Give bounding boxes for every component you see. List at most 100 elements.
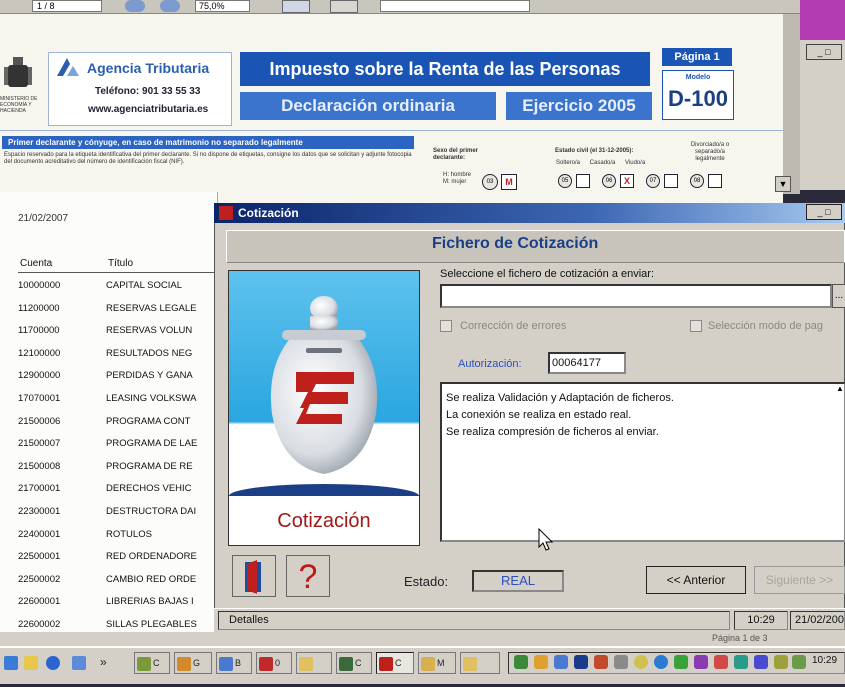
taskbar-more-chevron[interactable]: » xyxy=(100,652,114,674)
table-row[interactable]: 22500001 RED ORDENADORE xyxy=(18,551,218,574)
taskbar-button[interactable] xyxy=(296,652,332,674)
table-row[interactable]: 22400001 ROTULOS xyxy=(18,529,218,552)
fit-width-button[interactable] xyxy=(282,0,310,13)
table-row[interactable]: 21500008 PROGRAMA DE RE xyxy=(18,461,218,484)
search-field[interactable] xyxy=(380,0,530,12)
table-row[interactable]: 21500006 PROGRAMA CONT xyxy=(18,416,218,439)
tray-alert-icon[interactable] xyxy=(714,655,728,669)
tray-messenger-icon[interactable] xyxy=(634,655,648,669)
file-path-input[interactable] xyxy=(440,284,832,308)
tray-antivirus-icon[interactable] xyxy=(594,655,608,669)
dialog-window-controls[interactable]: _ □ xyxy=(806,204,842,220)
taskbar-button[interactable]: 0 xyxy=(256,652,292,674)
cell-titulo: LEASING VOLKSWA xyxy=(106,392,197,404)
next-button[interactable]: Siguiente >> xyxy=(754,566,845,594)
zoom-field[interactable]: 75,0% xyxy=(195,0,250,12)
civil-divorced-box[interactable] xyxy=(708,174,722,188)
table-row[interactable]: 10000000 CAPITAL SOCIAL xyxy=(18,280,218,303)
error-correction-checkbox[interactable] xyxy=(440,320,452,332)
dialog-title-bar[interactable] xyxy=(214,203,845,223)
tray-update-icon[interactable] xyxy=(654,655,668,669)
civil-code-married: 06 xyxy=(602,174,616,188)
cell-titulo: SILLAS PLEGABLES xyxy=(106,618,197,630)
form-scrollbar[interactable] xyxy=(783,14,800,194)
cell-cuenta: 22600001 xyxy=(18,596,61,608)
window-controls[interactable]: _ □ xyxy=(806,44,842,60)
zoom-in-button[interactable] xyxy=(160,0,180,12)
tray-monitor-icon[interactable] xyxy=(574,655,588,669)
civil-code-widowed: 07 xyxy=(646,174,660,188)
cell-cuenta: 17070001 xyxy=(18,392,61,404)
page-number-field[interactable]: 1 / 8 xyxy=(32,0,102,12)
scroll-up-arrow-icon[interactable]: ▲ xyxy=(836,384,845,398)
cell-titulo: RESERVAS VOLUN xyxy=(106,325,193,337)
header-divider xyxy=(18,272,216,273)
civil-code-single: 05 xyxy=(558,174,572,188)
form-divider xyxy=(0,130,783,131)
browse-button[interactable]: ... xyxy=(832,284,845,308)
account-table: 10000000 CAPITAL SOCIAL 11200000 RESERVAS L… xyxy=(18,280,218,687)
taskbar-button[interactable] xyxy=(460,652,500,674)
civil-married-box[interactable]: X xyxy=(620,174,634,188)
previous-button[interactable]: << Anterior xyxy=(646,566,746,594)
authorization-label: Autorización: xyxy=(458,358,522,370)
agency-logo-icon xyxy=(57,58,79,76)
log-textarea[interactable]: Se realiza Validación y Adaptación de fi… xyxy=(440,382,845,542)
taskbar-button[interactable]: C xyxy=(134,652,170,674)
cell-titulo: LIBRERIAS BAJAS I xyxy=(106,596,194,608)
taskbar-button[interactable]: B xyxy=(216,652,252,674)
scroll-down-arrow-icon[interactable]: ▼ xyxy=(775,176,791,192)
cell-cuenta: 11200000 xyxy=(18,302,60,314)
quick-launch-desktop-icon[interactable] xyxy=(2,652,22,674)
exit-button[interactable] xyxy=(232,555,276,597)
table-row[interactable]: 12100000 RESULTADOS NEG xyxy=(18,348,218,371)
taskbar-button-active[interactable]: C xyxy=(376,652,414,674)
authorization-input[interactable]: 00064177 xyxy=(548,352,626,374)
table-row[interactable]: 22600001 LIBRERIAS BAJAS I xyxy=(18,596,218,619)
sex-value-field[interactable]: M xyxy=(501,174,517,190)
tray-security-icon[interactable] xyxy=(694,655,708,669)
quick-launch-app-icon[interactable] xyxy=(70,652,92,674)
sex-code: 03 xyxy=(482,174,498,190)
list-date: 21/02/2007 xyxy=(18,213,69,224)
status-time: 10:29 xyxy=(734,611,788,630)
tray-battery-icon[interactable] xyxy=(774,655,788,669)
table-row[interactable]: 21500007 PROGRAMA DE LAE xyxy=(18,438,218,461)
tray-printer-icon[interactable] xyxy=(614,655,628,669)
tax-form-title: Impuesto sobre la Renta de las Personas … xyxy=(240,52,650,113)
cell-cuenta: 22500002 xyxy=(18,573,61,585)
quick-launch-editor-icon[interactable] xyxy=(22,652,42,674)
cell-cuenta: 22400001 xyxy=(18,528,61,540)
column-header-titulo[interactable]: Título xyxy=(108,258,133,269)
table-row[interactable]: 22500002 CAMBIO RED ORDE xyxy=(18,574,218,597)
tray-sync-icon[interactable] xyxy=(674,655,688,669)
divorced-label: Divorciado/a o separado/a legalmente xyxy=(690,142,730,162)
column-header-cuenta[interactable]: Cuenta xyxy=(20,258,52,269)
browser-icon[interactable] xyxy=(44,652,64,674)
civil-single-box[interactable] xyxy=(576,174,590,188)
cell-titulo: DESTRUCTORA DAI xyxy=(106,505,197,517)
log-line: Se realiza compresión de ficheros al env… xyxy=(446,426,659,438)
help-button[interactable]: ? xyxy=(286,555,330,597)
civil-widowed-box[interactable] xyxy=(664,174,678,188)
tray-volume-icon[interactable] xyxy=(534,655,548,669)
tray-connection-icon[interactable] xyxy=(734,655,748,669)
table-row[interactable]: 12900000 PERDIDAS Y GANA xyxy=(18,370,218,393)
taskbar-button[interactable]: C xyxy=(336,652,372,674)
tray-extra-icon[interactable] xyxy=(792,655,806,669)
cell-titulo: PROGRAMA DE LAE xyxy=(106,438,198,450)
zoom-out-button[interactable] xyxy=(125,0,145,12)
table-row[interactable]: 11700000 RESERVAS VOLUN xyxy=(18,325,218,348)
table-row[interactable]: 22300001 DESTRUCTORA DAI xyxy=(18,506,218,529)
page-mode-label: Selección modo de pag xyxy=(708,320,823,332)
tray-language-icon[interactable] xyxy=(554,655,568,669)
table-row[interactable]: 17070001 LEASING VOLKSWA xyxy=(18,393,218,416)
tray-network-icon[interactable] xyxy=(514,655,528,669)
taskbar-button[interactable]: G xyxy=(174,652,212,674)
table-row[interactable]: 21700001 DERECHOS VEHIC xyxy=(18,483,218,506)
taskbar-button[interactable]: M xyxy=(418,652,456,674)
fit-page-button[interactable] xyxy=(330,0,358,13)
tray-bluetooth-icon[interactable] xyxy=(754,655,768,669)
table-row[interactable]: 11200000 RESERVAS LEGALE xyxy=(18,303,218,326)
page-mode-checkbox[interactable] xyxy=(690,320,702,332)
